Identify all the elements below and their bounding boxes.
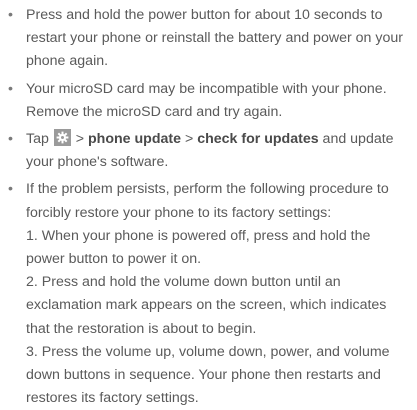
item-text-prefix: Tap	[26, 131, 53, 148]
item-text: If the problem persists, perform the fol…	[26, 181, 389, 221]
list-item: • Tap > phone update > check for updates…	[6, 128, 411, 174]
list-item: • Your microSD card may be incompatible …	[6, 78, 411, 124]
procedure-step: 2. Press and hold the volume down button…	[26, 274, 387, 337]
item-text: Press and hold the power button for abou…	[26, 7, 403, 70]
troubleshooting-document: • Press and hold the power button for ab…	[0, 0, 417, 406]
item-text: Your microSD card may be incompatible wi…	[26, 80, 387, 120]
check-for-updates-label: check for updates	[197, 131, 319, 148]
settings-gear-icon	[53, 129, 71, 147]
troubleshooting-list: • Press and hold the power button for ab…	[6, 4, 411, 410]
procedure-step: 3. Press the volume up, volume down, pow…	[26, 343, 390, 407]
bullet-marker: •	[8, 181, 13, 198]
bullet-marker: •	[8, 80, 13, 97]
separator: >	[181, 131, 198, 148]
bullet-marker: •	[8, 131, 13, 148]
list-item: • Press and hold the power button for ab…	[6, 4, 411, 74]
procedure-step: 1. When your phone is powered off, press…	[26, 227, 371, 268]
bullet-marker: •	[8, 7, 13, 23]
phone-update-label: phone update	[88, 131, 182, 148]
list-item: • If the problem persists, perform the f…	[6, 178, 411, 410]
separator: >	[71, 131, 88, 148]
